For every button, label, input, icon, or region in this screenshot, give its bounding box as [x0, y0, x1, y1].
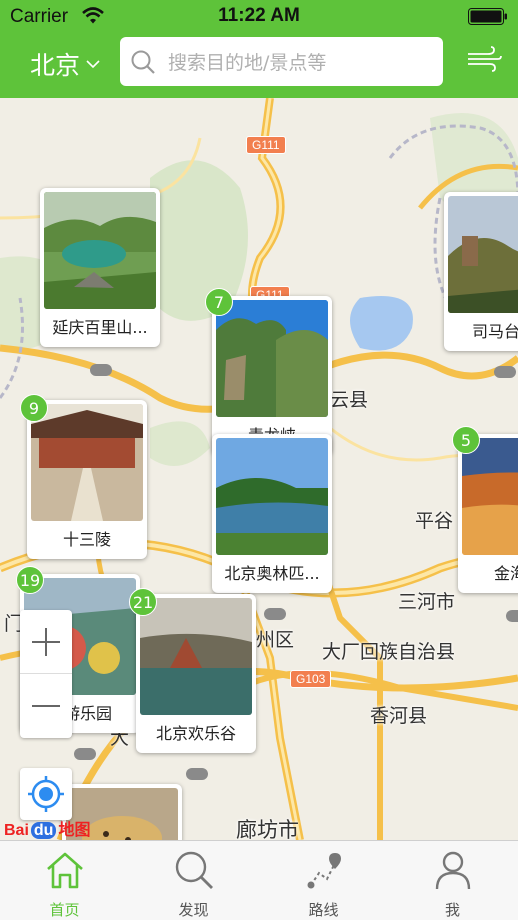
poi-photo: [216, 300, 328, 417]
road-shield: G103: [290, 670, 332, 688]
tab-discover[interactable]: 发现: [129, 841, 258, 920]
tab-profile[interactable]: 我: [388, 841, 517, 920]
search-icon: [175, 851, 213, 889]
minus-icon: [32, 705, 60, 707]
home-icon: [47, 852, 83, 889]
poi-dot[interactable]: [186, 768, 208, 780]
poi-photo: [448, 196, 518, 313]
nav-bar: 北京 搜索目的地/景点等: [0, 32, 518, 98]
poi-count-badge: 19: [16, 566, 44, 594]
place-label: 云县: [330, 389, 369, 411]
poi-count-badge: 21: [129, 588, 157, 616]
city-selector[interactable]: 北京: [30, 46, 100, 82]
poi-dot[interactable]: [494, 366, 516, 378]
place-label: 廊坊市: [236, 818, 299, 840]
map-attribution-logo: Bai du 地图: [4, 822, 91, 839]
zoom-control: [20, 610, 72, 738]
poi-dot[interactable]: [74, 748, 96, 760]
poi-name: 延庆百里山...: [52, 318, 148, 337]
poi-photo: [44, 192, 156, 309]
profile-icon: [435, 851, 471, 890]
tab-home[interactable]: 首页: [0, 841, 129, 920]
road-shield: G111: [246, 136, 286, 154]
tab-label: 发现: [178, 901, 209, 919]
zoom-in-button[interactable]: [20, 610, 72, 674]
city-label: 北京: [30, 51, 81, 80]
poi-dot[interactable]: [264, 608, 286, 620]
poi-name: 北京奥林匹...: [224, 564, 320, 583]
poi-count-badge: 7: [205, 288, 233, 316]
poi-dot[interactable]: [90, 364, 112, 376]
search-input[interactable]: 搜索目的地/景点等: [120, 37, 443, 86]
place-label: 香河县: [370, 705, 428, 727]
place-label: 平谷: [415, 510, 454, 532]
place-label: 大厂回族自治县: [322, 641, 456, 663]
battery-icon: [468, 8, 507, 25]
poi-count-badge: 5: [452, 426, 480, 454]
poi-card[interactable]: 司马台长: [444, 192, 518, 351]
tab-label: 首页: [49, 901, 80, 919]
chevron-down-icon: [86, 60, 100, 69]
poi-name: 金海湖: [493, 564, 518, 583]
zoom-out-button[interactable]: [20, 674, 72, 738]
poi-card[interactable]: 青龙峡: [212, 296, 332, 455]
poi-photo: [462, 438, 518, 555]
poi-photo: [216, 438, 328, 555]
poi-card[interactable]: 北京奥林匹...: [212, 434, 332, 593]
route-icon: [307, 853, 341, 889]
poi-card[interactable]: 十三陵: [27, 400, 147, 559]
map-view[interactable]: G111 G111 G103 云县 平谷 三河市 大厂回族自治县 香河县 廊坊市…: [0, 98, 518, 840]
tab-routes[interactable]: 路线: [259, 841, 388, 920]
poi-name: 司马台长: [471, 322, 518, 341]
place-label: 州区: [256, 629, 295, 651]
tab-label: 路线: [308, 901, 339, 919]
poi-card[interactable]: 北京欢乐谷: [136, 594, 256, 753]
poi-photo: [140, 598, 252, 715]
poi-card[interactable]: 金海湖: [458, 434, 518, 593]
poi-photo: [31, 404, 143, 521]
plus-icon: [32, 628, 60, 656]
weather-wind-icon[interactable]: [466, 46, 502, 72]
search-icon: [131, 50, 155, 74]
poi-name: 北京欢乐谷: [155, 724, 236, 743]
poi-card[interactable]: 延庆百里山...: [40, 188, 160, 347]
status-bar: Carrier 11:22 AM: [0, 0, 518, 32]
tab-label: 我: [444, 901, 460, 919]
location-icon: [28, 776, 64, 812]
tab-bar: 首页 发现 路线 我: [0, 840, 518, 920]
place-label: 三河市: [398, 591, 456, 613]
search-placeholder: 搜索目的地/景点等: [168, 52, 327, 74]
poi-dot[interactable]: [506, 610, 518, 622]
locate-button[interactable]: [20, 768, 72, 820]
poi-count-badge: 9: [20, 394, 48, 422]
status-time: 11:22 AM: [218, 5, 300, 26]
poi-name: 十三陵: [62, 530, 111, 549]
